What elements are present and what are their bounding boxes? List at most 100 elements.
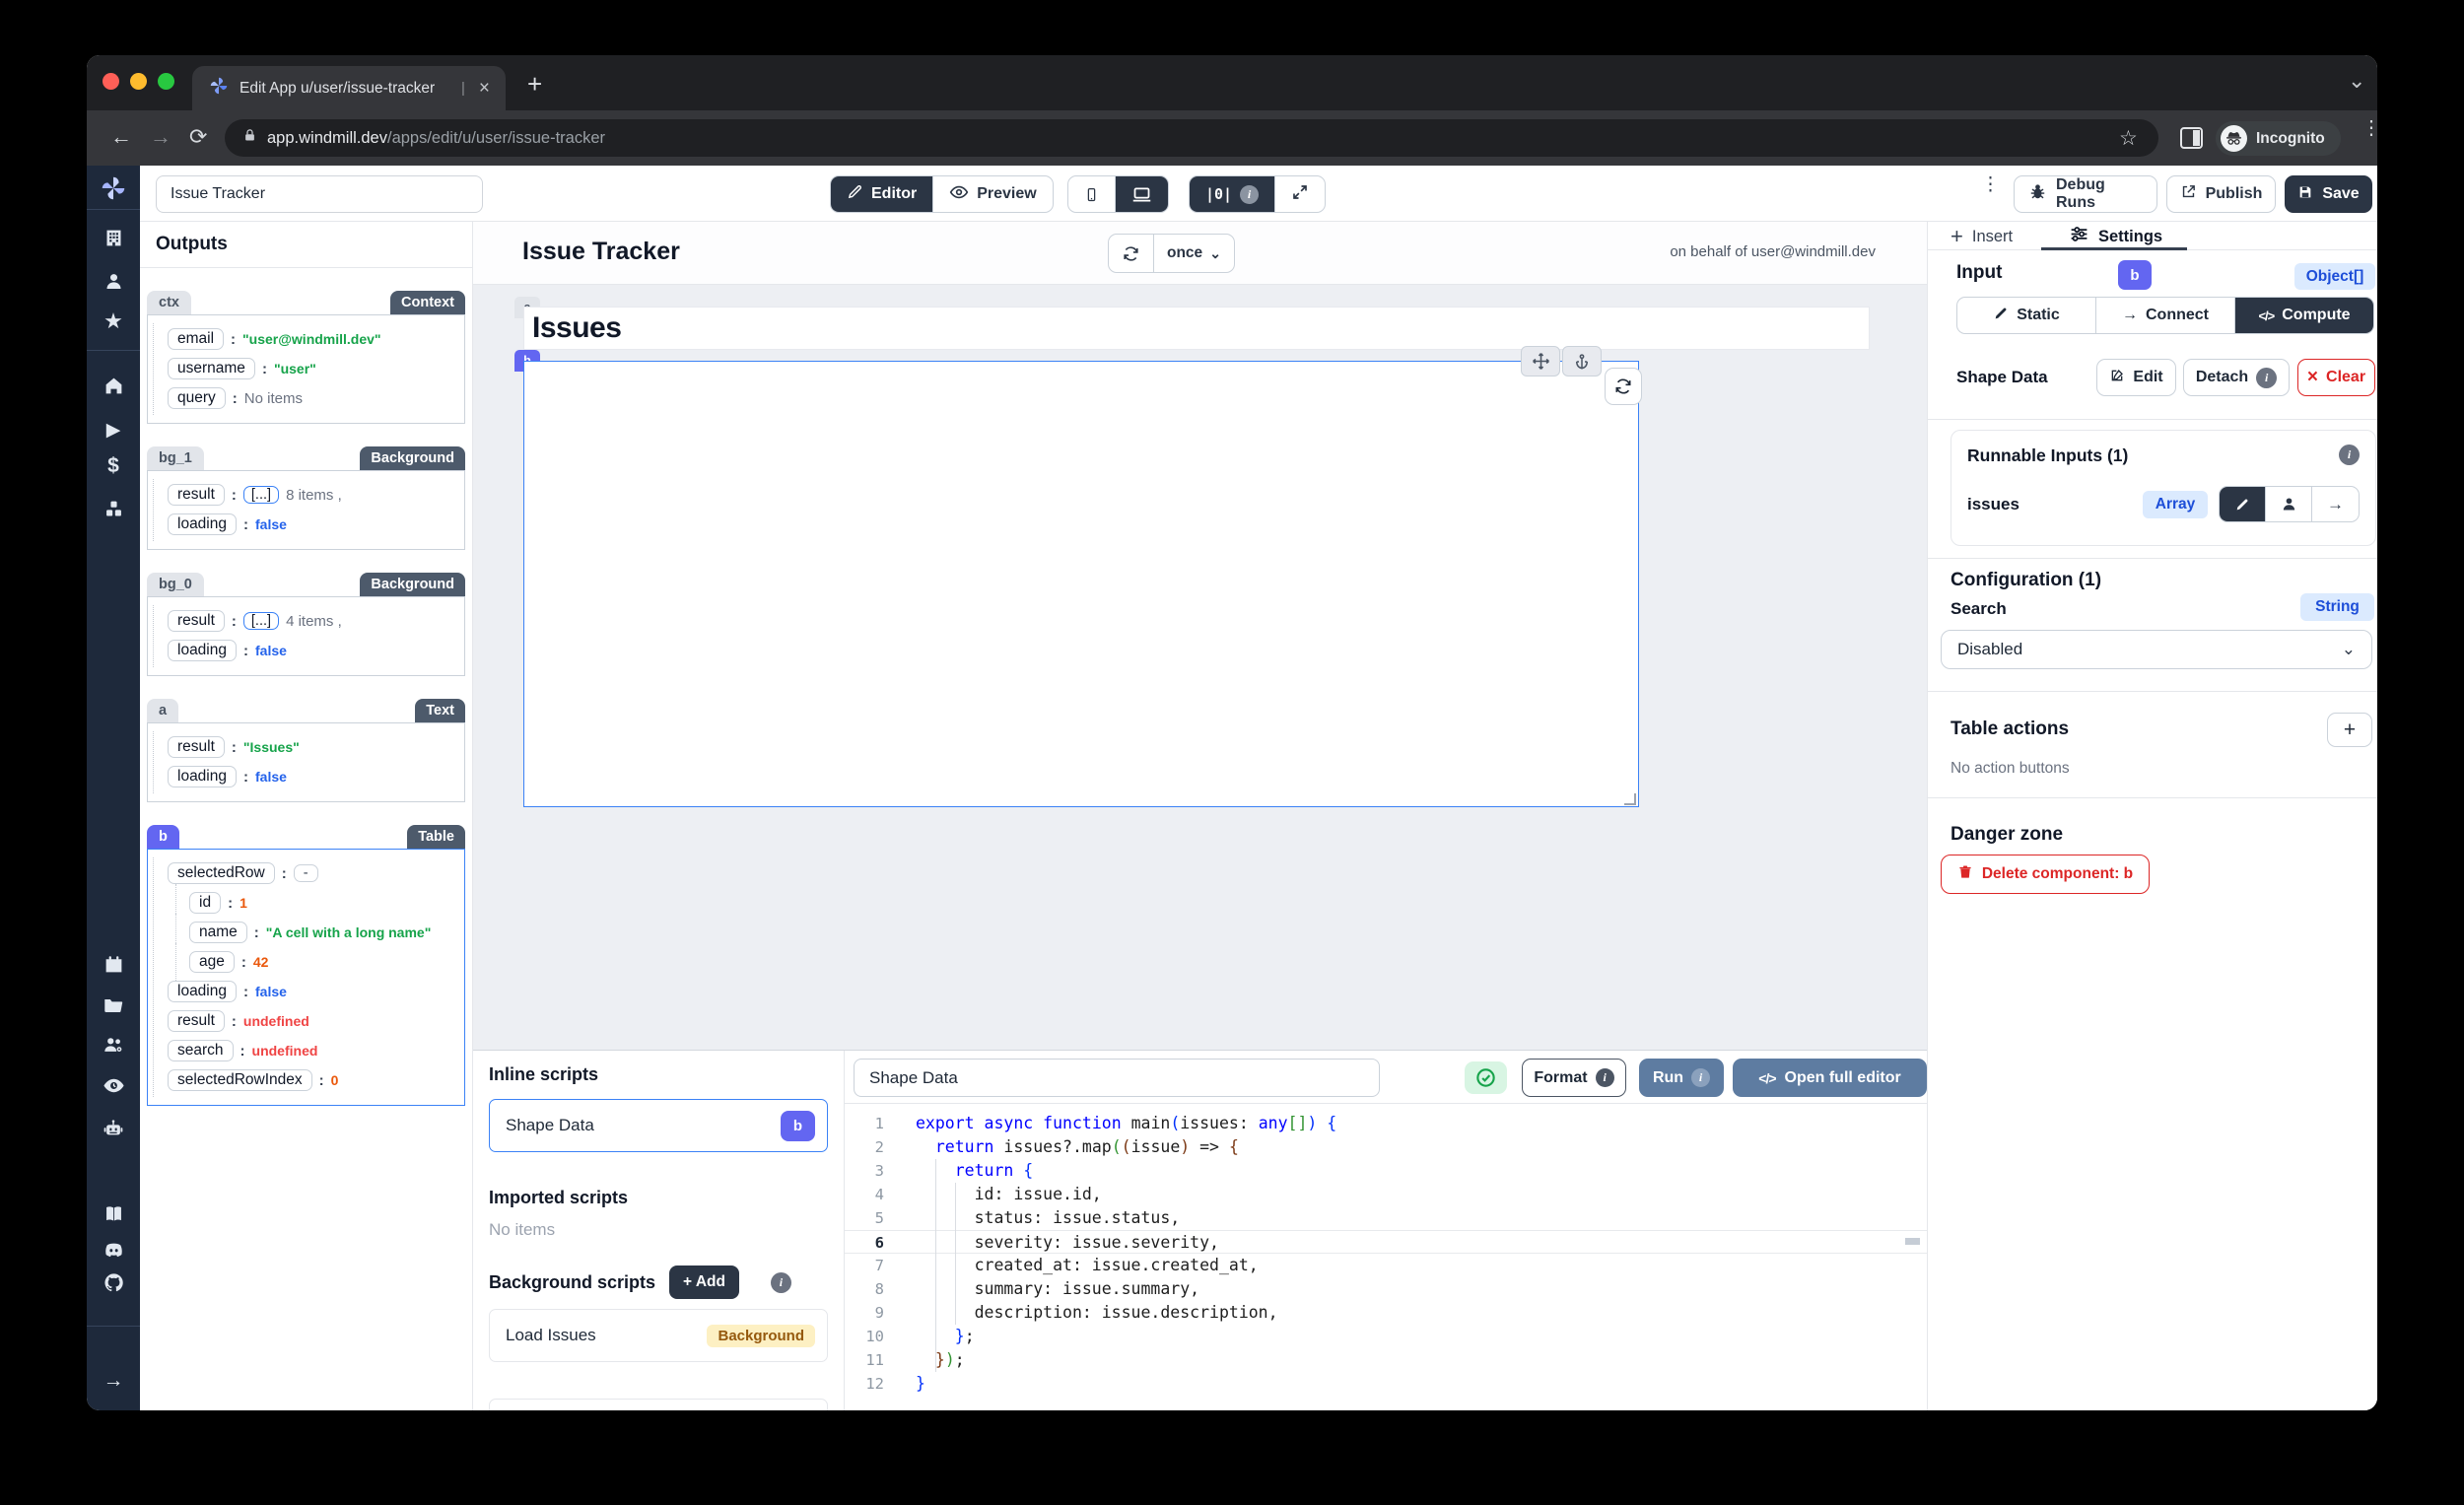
format-button[interactable]: Formati (1522, 1059, 1626, 1097)
output-key-pill[interactable]: loading (168, 766, 237, 787)
background-script-item-partial[interactable] (489, 1399, 828, 1410)
component-refresh-icon[interactable] (1605, 368, 1642, 405)
rail-eye-icon[interactable] (87, 1070, 140, 1100)
code-line-12[interactable]: 12} (845, 1372, 1927, 1396)
more-options-icon[interactable]: ⋮ (1981, 181, 1993, 189)
output-key-pill[interactable]: email (168, 328, 224, 350)
rail-building-icon[interactable] (87, 223, 140, 252)
output-section-id[interactable]: bg_1 (147, 446, 204, 470)
script-name-input[interactable] (854, 1059, 1380, 1097)
rail-home-icon[interactable] (87, 371, 140, 400)
output-key-pill[interactable]: username (168, 358, 255, 379)
output-key-pill[interactable]: result (168, 1010, 225, 1032)
background-script-item[interactable]: Load Issues Background (489, 1309, 828, 1362)
save-button[interactable]: Save (2285, 175, 2372, 213)
editor-tab[interactable]: Editor (831, 176, 933, 212)
output-key-pill[interactable]: result (168, 484, 225, 506)
tab-insert[interactable]: +Insert (1951, 224, 2013, 249)
mobile-view-button[interactable] (1068, 176, 1116, 212)
output-key-pill[interactable]: loading (168, 640, 237, 661)
bookmark-star-icon[interactable]: ☆ (2119, 126, 2138, 151)
publish-button[interactable]: Publish (2166, 175, 2276, 213)
output-key-pill[interactable]: age (189, 951, 235, 973)
side-panel-icon[interactable] (2180, 127, 2203, 149)
output-section-id[interactable]: ctx (147, 291, 191, 314)
rail-user-group-icon[interactable] (87, 1030, 140, 1060)
address-input[interactable]: app.windmill.dev/apps/edit/u/user/issue-… (225, 119, 2158, 157)
component-b-table[interactable] (523, 361, 1639, 807)
output-key-pill[interactable]: loading (168, 513, 237, 535)
code-line-11[interactable]: 11 }); (845, 1348, 1927, 1372)
tab-search-chevron-icon[interactable]: ⌄ (2348, 68, 2365, 94)
rail-folder-icon[interactable] (87, 991, 140, 1020)
new-tab-button[interactable]: + (527, 69, 542, 100)
rail-star-icon[interactable]: ★ (87, 307, 140, 336)
connect-arrow-icon[interactable]: → (2312, 487, 2359, 521)
output-key-pill[interactable]: loading (168, 981, 237, 1002)
rail-github-icon[interactable] (87, 1267, 140, 1297)
close-window-button[interactable] (103, 73, 119, 90)
fullscreen-button[interactable] (1275, 176, 1325, 212)
output-section-id[interactable]: b (147, 825, 179, 849)
edit-button[interactable]: Edit (2096, 359, 2176, 396)
maximize-window-button[interactable] (158, 73, 174, 90)
open-full-editor-button[interactable]: </>Open full editor (1733, 1059, 1927, 1097)
output-key-pill[interactable]: id (189, 892, 221, 914)
preview-tab[interactable]: Preview (933, 176, 1052, 212)
refresh-mode-dropdown[interactable]: once⌄ (1154, 235, 1234, 272)
tab-close-icon[interactable]: × (475, 79, 494, 98)
output-key-pill[interactable]: selectedRow (168, 862, 275, 884)
connect-mode-button[interactable]: →Connect (2096, 298, 2235, 333)
browser-tab[interactable]: Edit App u/user/issue-tracker | × (192, 66, 506, 110)
code-line-1[interactable]: 1export async function main(issues: any[… (845, 1112, 1927, 1135)
minimize-window-button[interactable] (130, 73, 147, 90)
anchor-icon[interactable] (1562, 346, 1602, 376)
rail-person-icon[interactable] (87, 266, 140, 296)
code-line-4[interactable]: 4 id: issue.id, (845, 1183, 1927, 1206)
app-canvas[interactable]: a Issues b (473, 285, 1927, 1050)
rail-cubes-icon[interactable] (87, 494, 140, 523)
rail-arrow-right-icon[interactable]: → (87, 1366, 140, 1396)
code-line-10[interactable]: 10 }; (845, 1325, 1927, 1348)
output-section-id[interactable]: a (147, 699, 178, 722)
output-array-pill[interactable]: [...] (243, 612, 279, 630)
output-key-pill[interactable]: selectedRowIndex (168, 1069, 312, 1091)
app-name-input[interactable] (156, 175, 483, 213)
add-action-button[interactable]: + (2327, 713, 2372, 747)
hide-panels-button[interactable]: |0|i (1190, 176, 1275, 212)
tab-settings[interactable]: Settings (2069, 224, 2162, 249)
static-mode-button[interactable]: Static (1957, 298, 2096, 333)
compute-mode-button[interactable]: </>Compute (2235, 298, 2373, 333)
rail-play-icon[interactable]: ▶ (87, 415, 140, 445)
code-line-9[interactable]: 9 description: issue.description, (845, 1301, 1927, 1325)
clear-button[interactable]: ×Clear (2297, 359, 2375, 396)
refresh-icon[interactable] (1109, 235, 1154, 272)
rail-robot-icon[interactable] (87, 1114, 140, 1143)
run-button[interactable]: Runi (1639, 1059, 1724, 1097)
delete-component-button[interactable]: Delete component: b (1941, 855, 2150, 894)
output-key-pill[interactable]: result (168, 610, 225, 632)
output-section-id[interactable]: bg_0 (147, 573, 204, 596)
desktop-view-button[interactable] (1116, 176, 1168, 212)
rail-book-icon[interactable] (87, 1198, 140, 1228)
rail-dollar-icon[interactable]: $ (87, 451, 140, 481)
code-line-3[interactable]: 3 return { (845, 1159, 1927, 1183)
add-background-script-button[interactable]: + Add (669, 1266, 739, 1299)
output-key-pill[interactable]: search (168, 1040, 234, 1061)
debug-runs-button[interactable]: Debug Runs (2014, 175, 2157, 213)
move-icon[interactable] (1521, 346, 1560, 376)
reload-icon[interactable]: ⟳ (189, 125, 207, 149)
code-line-2[interactable]: 2 return issues?.map((issue) => { (845, 1135, 1927, 1159)
forward-icon[interactable]: → (150, 125, 171, 149)
code-line-6[interactable]: 6 severity: issue.severity, (845, 1230, 1927, 1254)
inline-script-item[interactable]: Shape Data b (489, 1099, 828, 1152)
search-select[interactable]: Disabled ⌄ (1941, 630, 2372, 669)
rail-discord-icon[interactable] (87, 1235, 140, 1265)
output-key-pill[interactable]: result (168, 736, 225, 758)
user-input-icon[interactable] (2266, 487, 2312, 521)
code-line-8[interactable]: 8 summary: issue.summary, (845, 1277, 1927, 1301)
browser-menu-icon[interactable]: ⋮ (2361, 124, 2373, 133)
code-editor[interactable]: 1export async function main(issues: any[… (845, 1104, 1927, 1410)
resize-handle[interactable] (1624, 793, 1636, 805)
rail-calendar-icon[interactable] (87, 949, 140, 979)
